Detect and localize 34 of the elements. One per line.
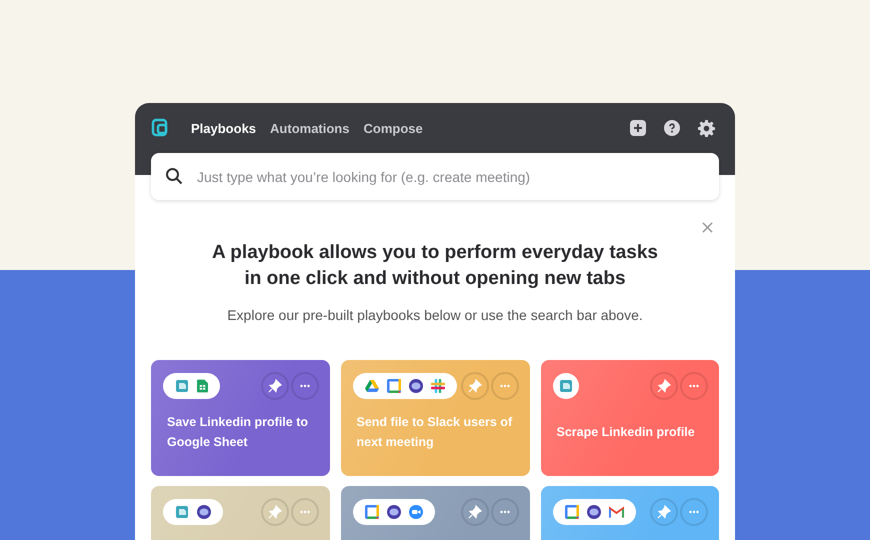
help-icon[interactable] (664, 120, 680, 136)
more-icon[interactable] (490, 498, 518, 526)
more-icon[interactable] (290, 498, 318, 526)
pin-icon[interactable] (650, 372, 678, 400)
settings-icon[interactable] (698, 120, 715, 136)
playbook-card[interactable]: Save Linkedin profile to Google Sheet (151, 360, 330, 476)
pin-icon[interactable] (260, 372, 288, 400)
triangle-app-icon (364, 380, 378, 392)
video-camera-app-icon (408, 505, 422, 519)
pin-icon[interactable] (650, 498, 678, 526)
nav-tab[interactable]: Playbooks (191, 120, 256, 136)
spreadsheet-app-icon (197, 379, 208, 393)
more-icon[interactable] (680, 498, 708, 526)
document-app-icon (175, 379, 189, 393)
search-field[interactable]: Just type what you’re looking for (e.g. create meeting) (151, 153, 719, 200)
nav-tab[interactable]: Automations (270, 120, 350, 136)
pin-icon[interactable] (460, 498, 488, 526)
card-title: Scrape Linkedin profile (556, 424, 695, 441)
card-title: Save Linkedin profile to Google Sheet (167, 414, 309, 451)
card-title: Send file to Slack users of next meeting (356, 414, 512, 451)
add-icon[interactable] (630, 120, 646, 136)
intro-subtitle: Explore our pre-built playbooks below or use the search bar above. (226, 307, 644, 323)
more-icon[interactable] (680, 372, 708, 400)
nav-tab[interactable]: Compose (363, 120, 423, 136)
envelope-app-icon (608, 506, 624, 518)
calendar-app-icon (386, 379, 400, 393)
intro-title: A playbook allows you to perform everyday tasks in one click and without opening new tabs (211, 241, 659, 291)
calendar-app-icon (564, 505, 578, 519)
document-app-icon (175, 505, 189, 519)
calendar-app-icon (364, 505, 378, 519)
hash-app-icon (430, 379, 444, 393)
document-app-icon (558, 379, 572, 393)
more-icon[interactable] (490, 372, 518, 400)
close-icon[interactable] (702, 222, 713, 233)
